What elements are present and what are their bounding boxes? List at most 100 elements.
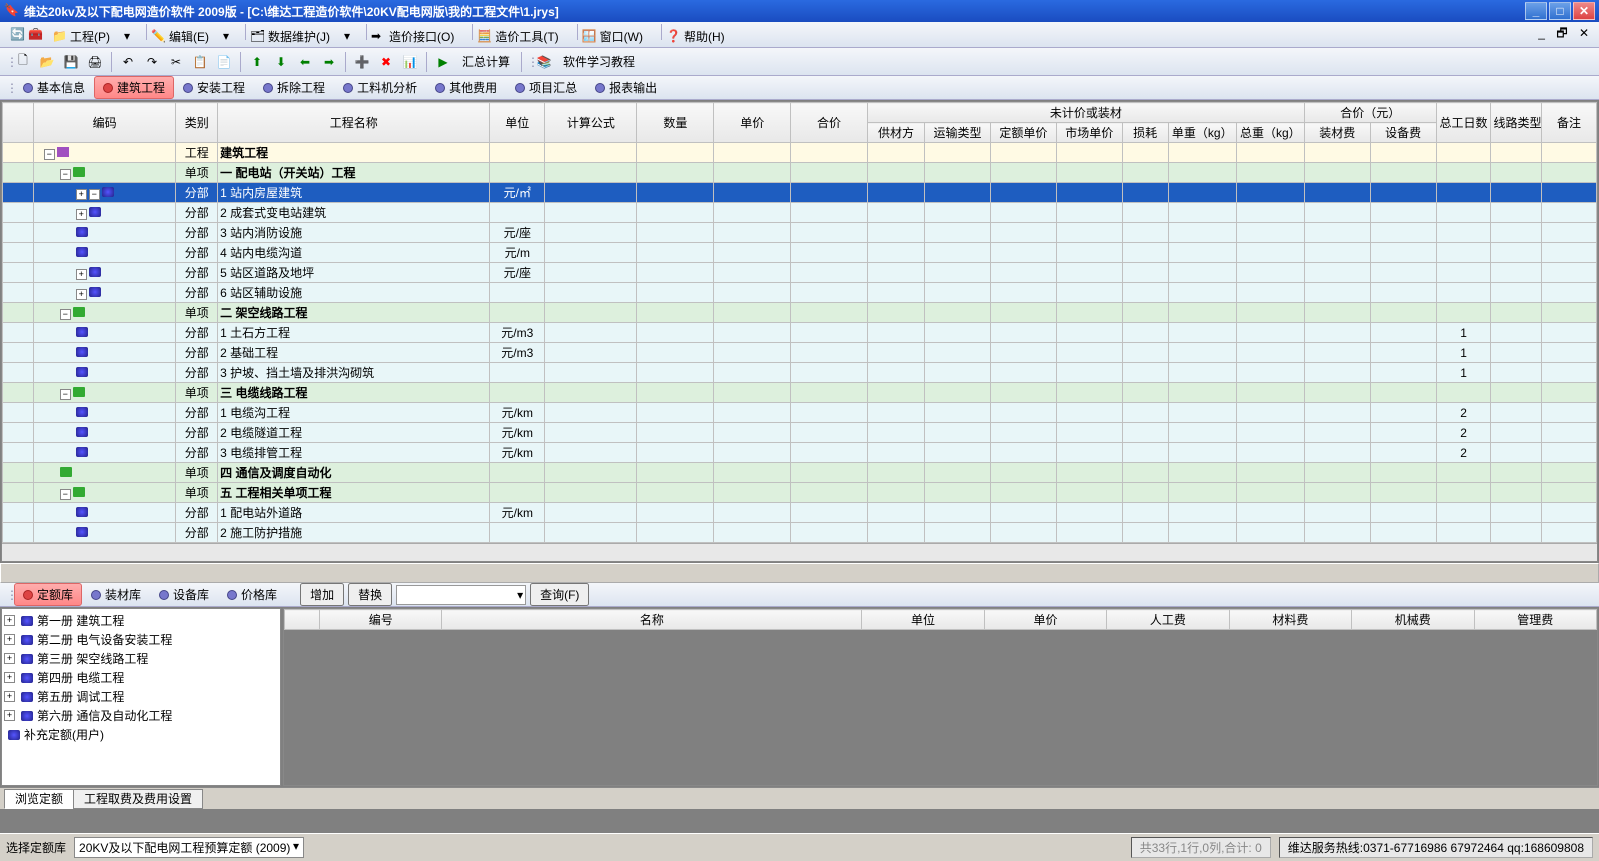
- list-col[interactable]: 管理费: [1474, 610, 1596, 630]
- list-col[interactable]: 单位: [862, 610, 984, 630]
- splitter[interactable]: [0, 563, 1599, 583]
- main-tab[interactable]: 项目汇总: [506, 76, 586, 99]
- doc-minimize-button[interactable]: _: [1538, 26, 1545, 40]
- grid-row[interactable]: 分部 1 配电站外道路 元/km: [3, 503, 1597, 523]
- main-tab[interactable]: 拆除工程: [254, 76, 334, 99]
- copy-button[interactable]: 📋: [189, 51, 211, 73]
- right-button[interactable]: ➡: [318, 51, 340, 73]
- replace-button[interactable]: 替换: [348, 583, 392, 606]
- main-tab[interactable]: 报表输出: [586, 76, 666, 99]
- quota-lib-combo[interactable]: 20KV及以下配电网工程预算定额 (2009)▾: [74, 837, 304, 858]
- settings-icon[interactable]: 🧰: [28, 27, 44, 43]
- tree-node[interactable]: +第三册 架空线路工程: [4, 649, 278, 668]
- tutorial-icon[interactable]: 📚: [533, 51, 555, 73]
- grid-row[interactable]: − 单项 二 架空线路工程: [3, 303, 1597, 323]
- left-button[interactable]: ⬅: [294, 51, 316, 73]
- tree-panel[interactable]: +第一册 建筑工程+第二册 电气设备安装工程+第三册 架空线路工程+第四册 电缆…: [1, 608, 281, 786]
- grip-icon: ⋮: [6, 55, 10, 69]
- grid-row[interactable]: 单项 四 通信及调度自动化: [3, 463, 1597, 483]
- list-col[interactable]: 编号: [319, 610, 441, 630]
- menu-item[interactable]: ❓帮助(H): [666, 28, 725, 45]
- lower-tab[interactable]: 定额库: [14, 583, 82, 606]
- collapse-button[interactable]: ⬇: [270, 51, 292, 73]
- minimize-button[interactable]: _: [1525, 2, 1547, 20]
- lower-tab[interactable]: 价格库: [218, 583, 286, 606]
- list-col[interactable]: 材料费: [1229, 610, 1351, 630]
- tree-node[interactable]: +第二册 电气设备安装工程: [4, 630, 278, 649]
- menu-item[interactable]: 🗂数据维护(J): [250, 28, 330, 45]
- grid-row[interactable]: 分部 1 土石方工程 元/m3 1: [3, 323, 1597, 343]
- h-scrollbar[interactable]: [2, 543, 1597, 561]
- grid-row[interactable]: 分部 2 电缆隧道工程 元/km 2: [3, 423, 1597, 443]
- grid-row[interactable]: − 工程 建筑工程: [3, 143, 1597, 163]
- tree-node[interactable]: +第五册 调试工程: [4, 687, 278, 706]
- main-grid[interactable]: 编码类别工程名称 单位计算公式数量单价合价 未计价或装材合价（元） 总工日数线路…: [2, 102, 1597, 543]
- refresh-icon[interactable]: 🔄: [10, 27, 26, 43]
- main-tab[interactable]: 其他费用: [426, 76, 506, 99]
- list-col[interactable]: 名称: [442, 610, 862, 630]
- save-button[interactable]: 💾: [60, 51, 82, 73]
- paste-button[interactable]: 📄: [213, 51, 235, 73]
- main-grid-panel: 编码类别工程名称 单位计算公式数量单价合价 未计价或装材合价（元） 总工日数线路…: [1, 101, 1598, 562]
- menu-item[interactable]: 🧮造价工具(T): [477, 28, 558, 45]
- list-col[interactable]: 人工费: [1107, 610, 1229, 630]
- delete-button[interactable]: ✖: [375, 51, 397, 73]
- lower-tab[interactable]: 设备库: [150, 583, 218, 606]
- tree-node[interactable]: +第四册 电缆工程: [4, 668, 278, 687]
- query-button[interactable]: 查询(F): [530, 583, 589, 606]
- redo-button[interactable]: ↷: [141, 51, 163, 73]
- list-grid[interactable]: 编号名称单位单价人工费材料费机械费管理费: [284, 609, 1597, 630]
- main-tab[interactable]: 安装工程: [174, 76, 254, 99]
- filter-combo[interactable]: ▾: [396, 585, 526, 605]
- menu-item[interactable]: ✏️编辑(E): [151, 28, 209, 45]
- list-col[interactable]: 机械费: [1352, 610, 1474, 630]
- main-tab[interactable]: 基本信息: [14, 76, 94, 99]
- maximize-button[interactable]: □: [1549, 2, 1571, 20]
- grid-row[interactable]: 分部 3 护坡、挡土墙及排洪沟砌筑 1: [3, 363, 1597, 383]
- dropdown-icon[interactable]: ▾: [344, 29, 360, 45]
- expand-button[interactable]: ⬆: [246, 51, 268, 73]
- open-button[interactable]: 📂: [36, 51, 58, 73]
- grid-row[interactable]: 分部 1 电缆沟工程 元/km 2: [3, 403, 1597, 423]
- bottom-tab[interactable]: 浏览定额: [4, 789, 74, 809]
- grid-row[interactable]: 分部 2 施工防护措施: [3, 523, 1597, 543]
- list-col[interactable]: 单价: [984, 610, 1106, 630]
- grid-row[interactable]: − 单项 五 工程相关单项工程: [3, 483, 1597, 503]
- grid-row[interactable]: − 单项 一 配电站（开关站）工程: [3, 163, 1597, 183]
- dropdown-icon[interactable]: ▾: [223, 29, 239, 45]
- calc-label[interactable]: 汇总计算: [456, 53, 516, 70]
- grid-row[interactable]: + 分部 6 站区辅助设施: [3, 283, 1597, 303]
- main-tab[interactable]: 建筑工程: [94, 76, 174, 99]
- tree-node[interactable]: +第一册 建筑工程: [4, 611, 278, 630]
- close-button[interactable]: ✕: [1573, 2, 1595, 20]
- cut-button[interactable]: ✂: [165, 51, 187, 73]
- grid-row[interactable]: 分部 3 站内消防设施 元/座: [3, 223, 1597, 243]
- grid-row[interactable]: 分部 4 站内电缆沟道 元/m: [3, 243, 1597, 263]
- sort-icon[interactable]: 📊: [399, 51, 421, 73]
- grid-row[interactable]: + 分部 2 成套式变电站建筑: [3, 203, 1597, 223]
- run-button[interactable]: ▶: [432, 51, 454, 73]
- lower-tab[interactable]: 装材库: [82, 583, 150, 606]
- grid-row[interactable]: + 分部 5 站区道路及地坪 元/座: [3, 263, 1597, 283]
- undo-button[interactable]: ↶: [117, 51, 139, 73]
- menu-item[interactable]: 📁工程(P): [52, 28, 110, 45]
- doc-restore-button[interactable]: 🗗: [1556, 26, 1567, 40]
- tutorial-label[interactable]: 软件学习教程: [557, 53, 641, 70]
- menu-item[interactable]: ➡造价接口(O): [371, 28, 454, 45]
- grid-row[interactable]: − 单项 三 电缆线路工程: [3, 383, 1597, 403]
- insert-button[interactable]: ➕: [351, 51, 373, 73]
- dropdown-icon[interactable]: ▾: [124, 29, 140, 45]
- bottom-tab[interactable]: 工程取费及费用设置: [73, 789, 203, 809]
- print-button[interactable]: 🖨: [84, 51, 106, 73]
- list-panel: 编号名称单位单价人工费材料费机械费管理费: [283, 608, 1598, 786]
- grid-row[interactable]: 分部 2 基础工程 元/m3 1: [3, 343, 1597, 363]
- tree-node[interactable]: +第六册 通信及自动化工程: [4, 706, 278, 725]
- new-button[interactable]: 🗋: [12, 51, 34, 73]
- grid-row[interactable]: +− 分部 1 站内房屋建筑 元/㎡: [3, 183, 1597, 203]
- add-button[interactable]: 增加: [300, 583, 344, 606]
- menu-item[interactable]: 🪟窗口(W): [582, 28, 643, 45]
- tree-node[interactable]: 补充定额(用户): [4, 725, 278, 744]
- doc-close-button[interactable]: ✕: [1579, 26, 1589, 40]
- grid-row[interactable]: 分部 3 电缆排管工程 元/km 2: [3, 443, 1597, 463]
- main-tab[interactable]: 工料机分析: [334, 76, 426, 99]
